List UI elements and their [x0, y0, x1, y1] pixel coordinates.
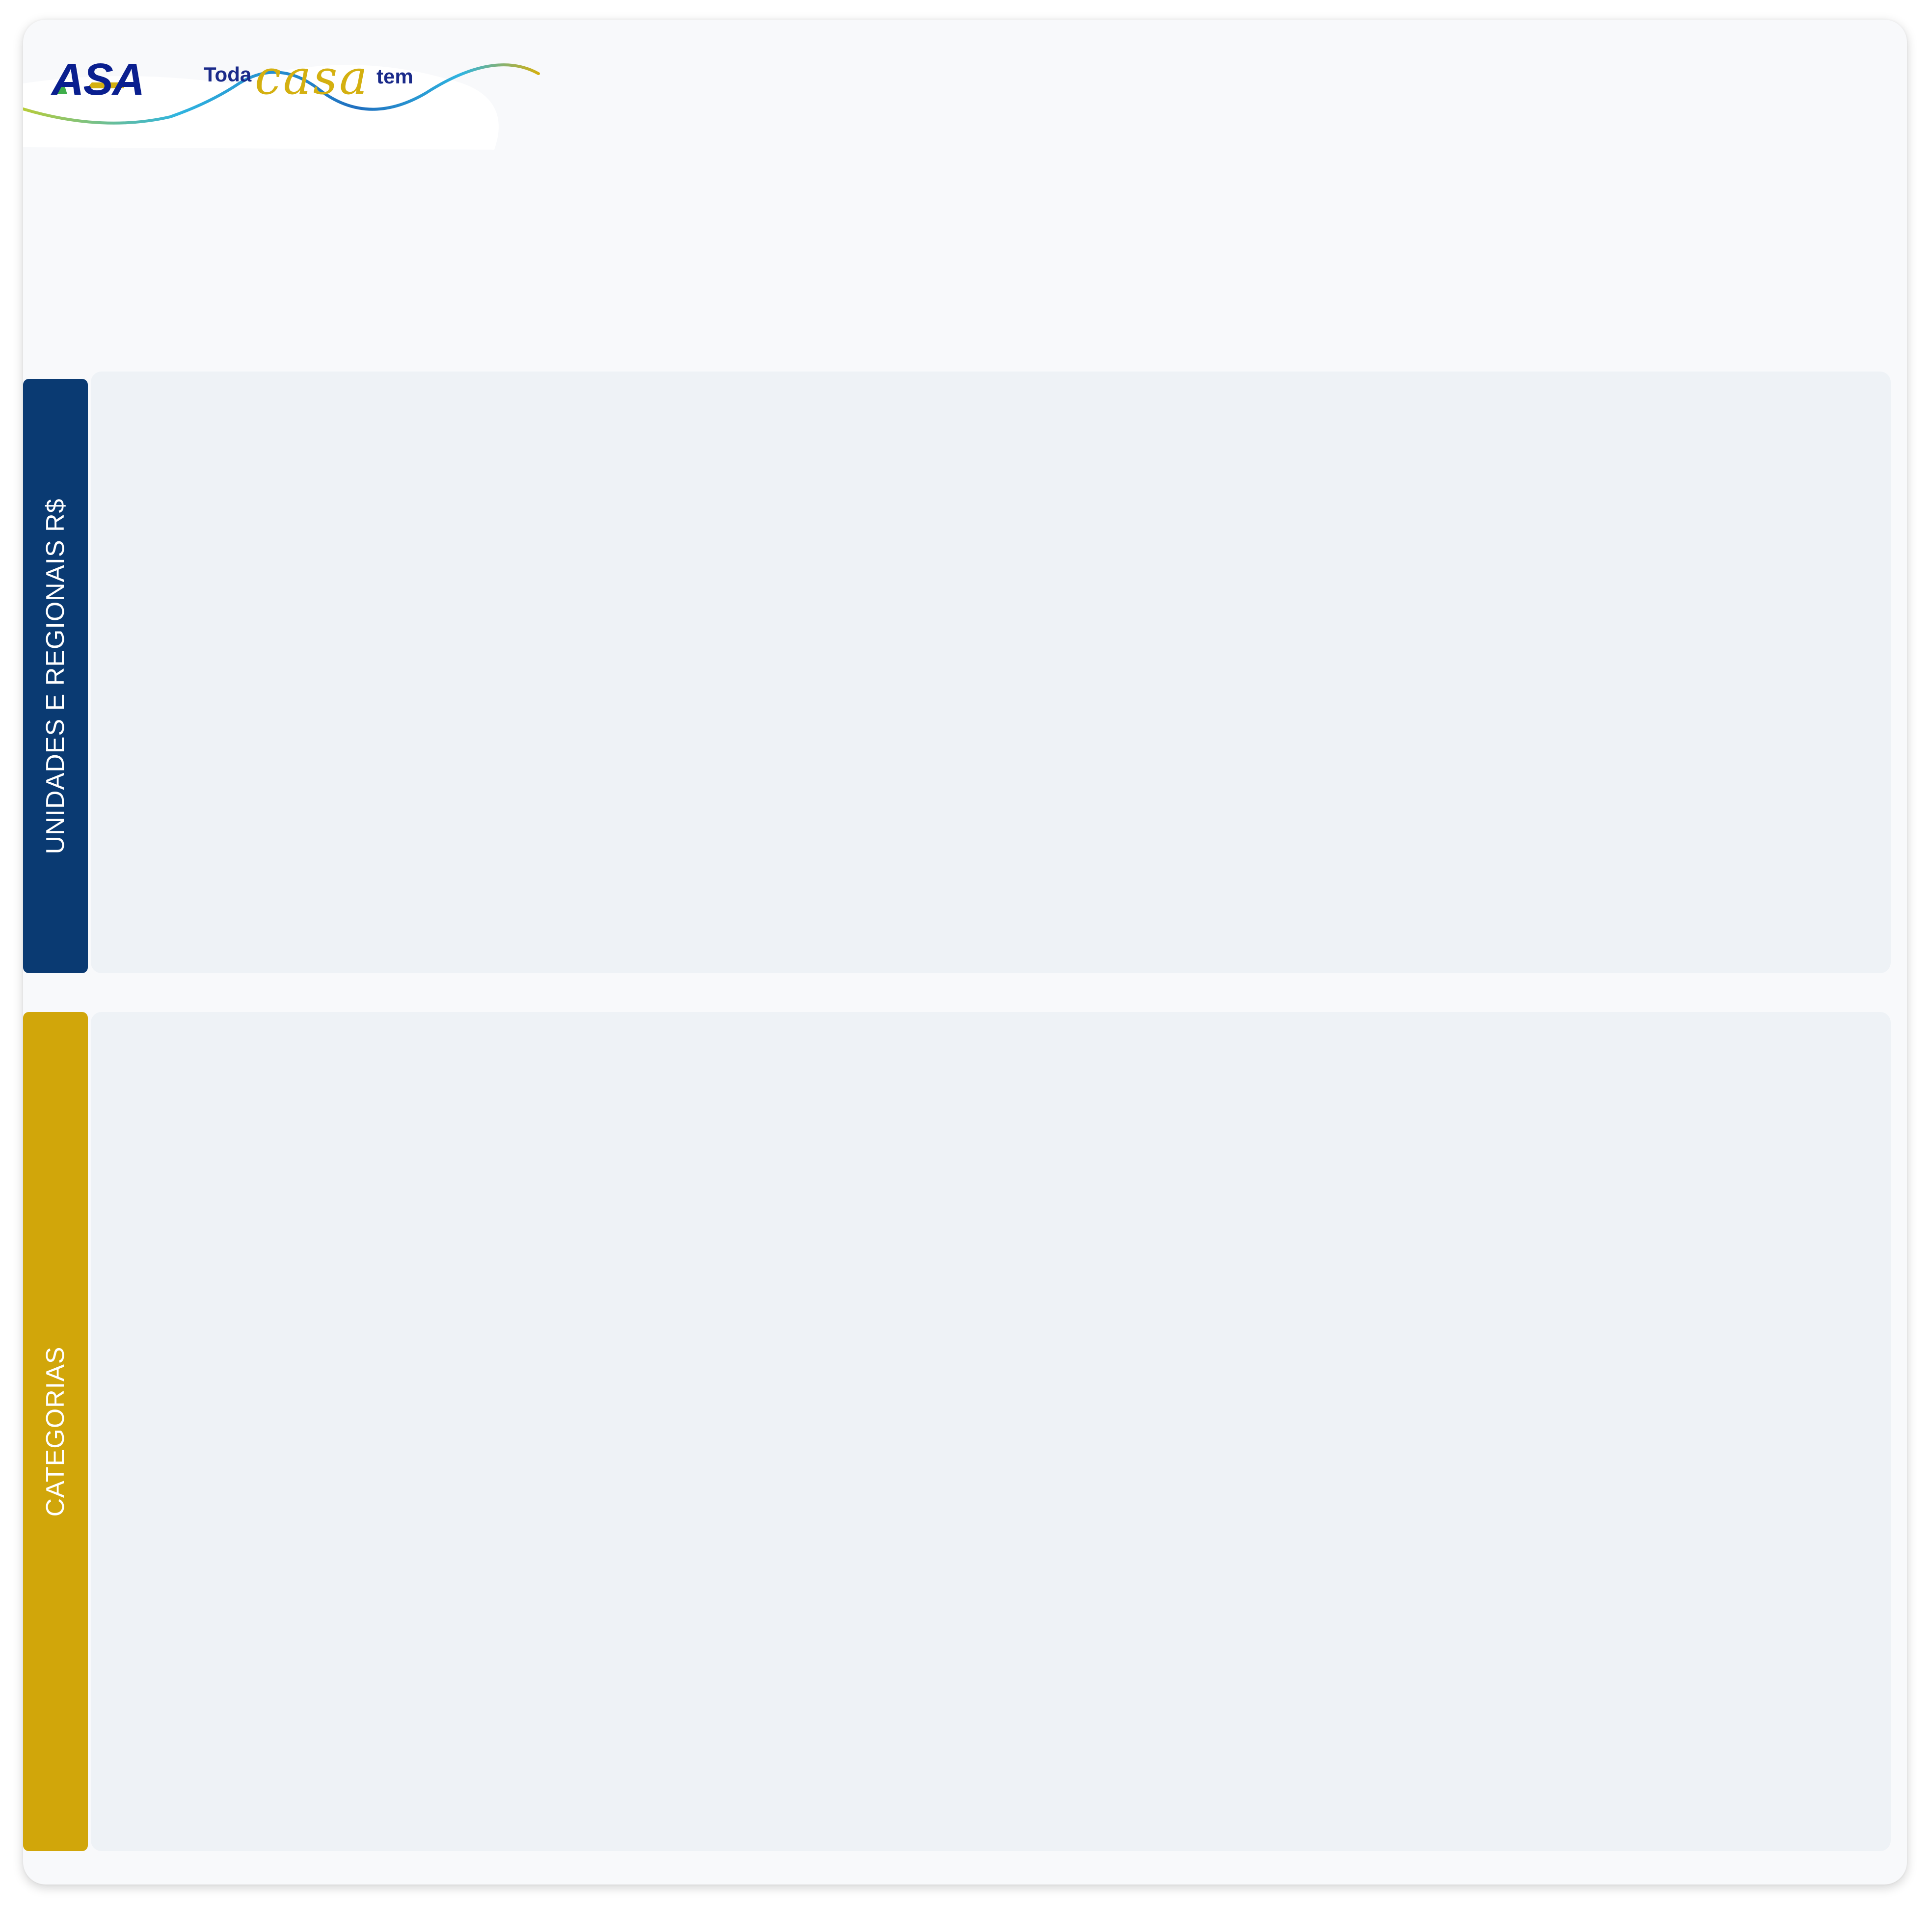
tagline-suffix: tem — [376, 65, 413, 88]
section-units-title: UNIDADES E REGIONAIS R$ — [41, 498, 70, 854]
section-categories-title: CATEGORIAS — [41, 1346, 70, 1517]
dashboard-card: ASA Toda casa tem UNIDADES E REGIONAIS R… — [23, 20, 1907, 1885]
section-categories-panel — [91, 1012, 1891, 1851]
brand-header: ASA Toda casa tem — [23, 20, 563, 152]
section-units-panel — [91, 372, 1891, 973]
tagline-prefix: Toda — [204, 63, 252, 86]
tagline-script: casa — [255, 50, 370, 105]
section-units-regionals: UNIDADES E REGIONAIS R$ — [23, 372, 1891, 973]
section-categories-sidebar: CATEGORIAS — [23, 1012, 88, 1851]
brand-logo-text: ASA — [52, 54, 145, 105]
section-categories: CATEGORIAS — [23, 1012, 1891, 1851]
section-units-sidebar: UNIDADES E REGIONAIS R$ — [23, 379, 88, 973]
